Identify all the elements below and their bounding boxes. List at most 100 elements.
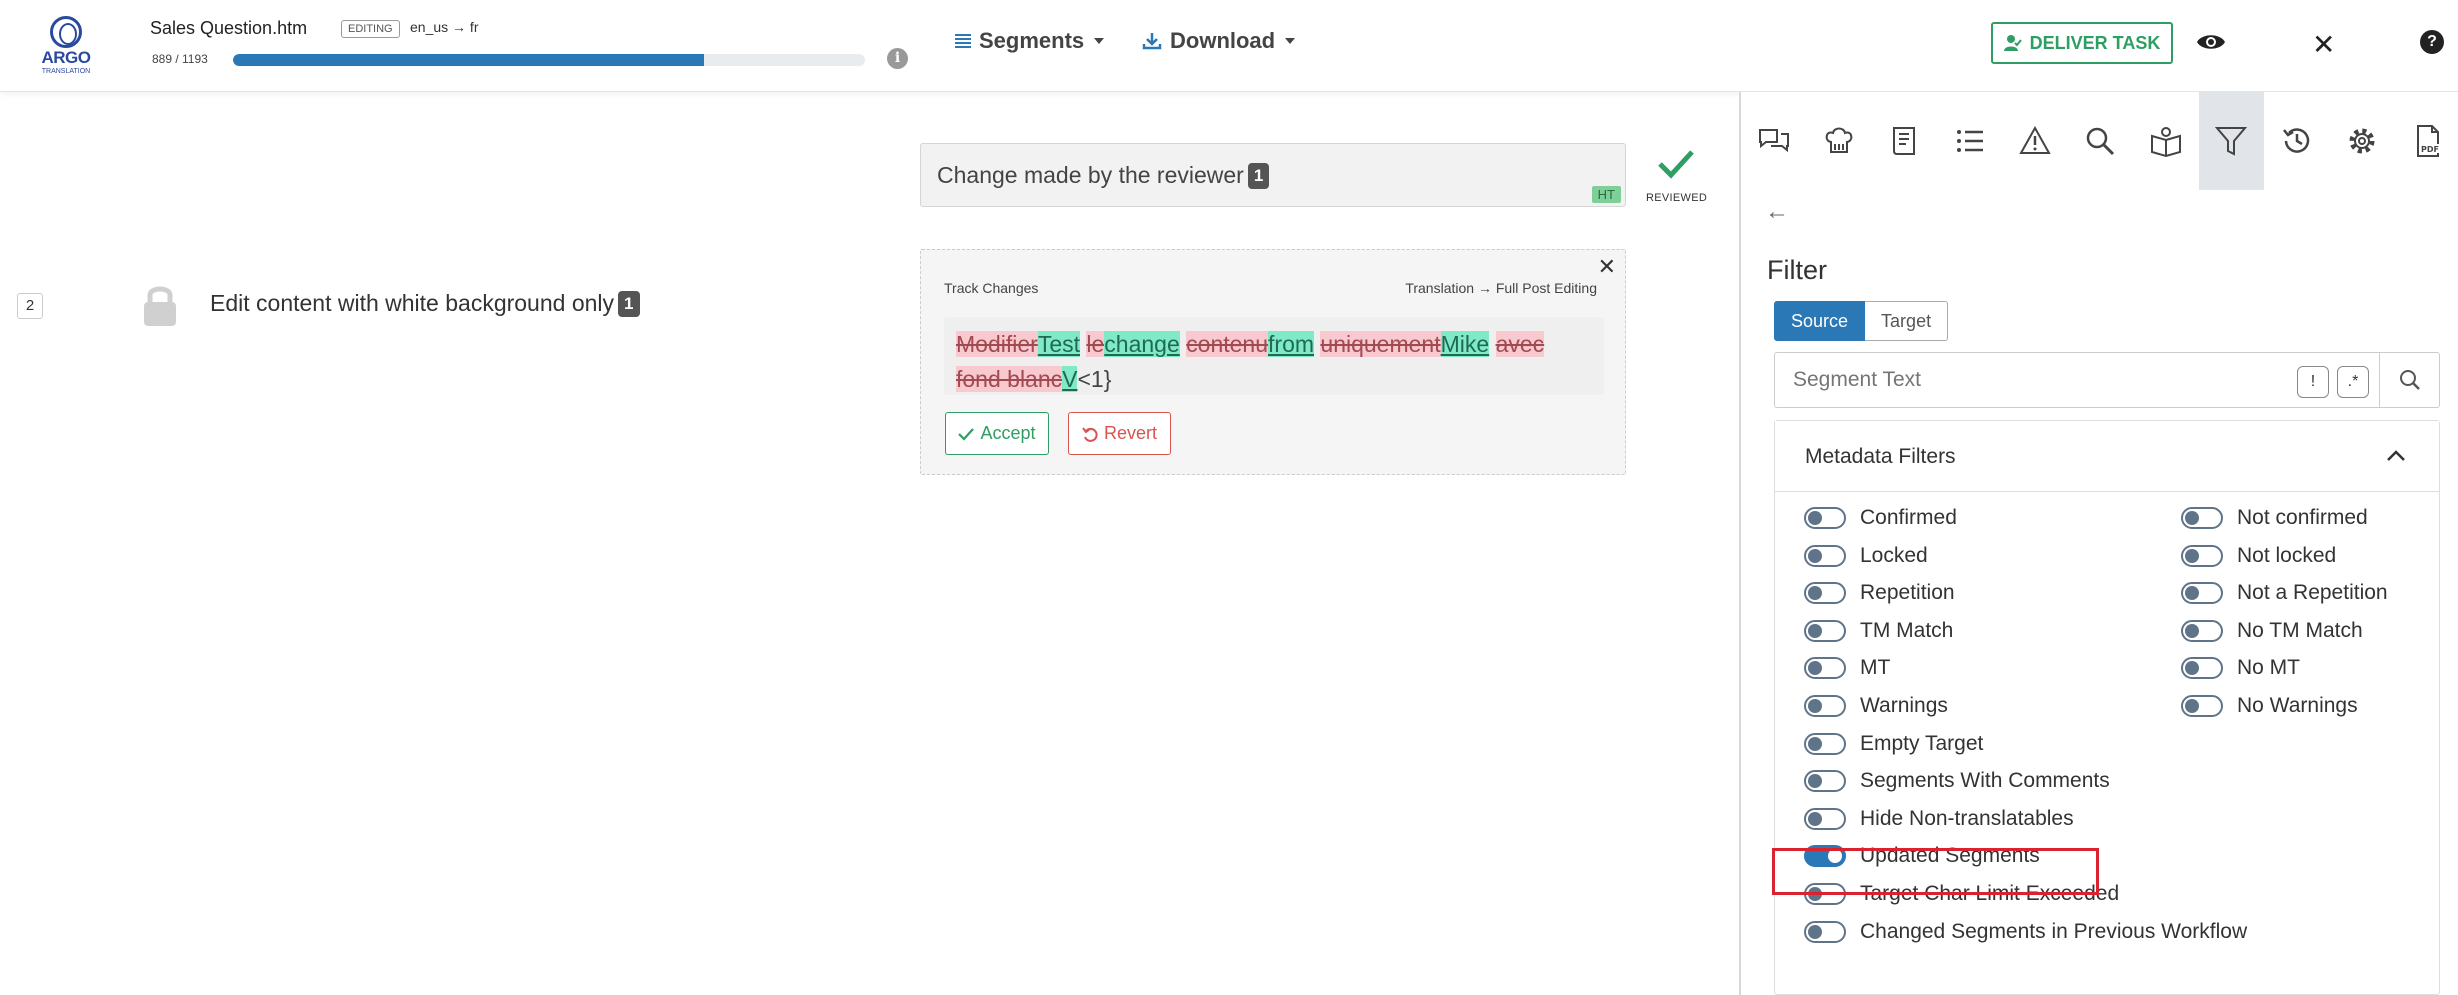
toggle-switch[interactable]: [2181, 507, 2223, 529]
check-icon[interactable]: [1657, 148, 1695, 180]
chef-hat-icon: [1825, 127, 1853, 153]
toggle-switch[interactable]: [1804, 544, 1846, 567]
target-tag[interactable]: 1: [1247, 162, 1270, 189]
toggle-switch[interactable]: [2181, 657, 2223, 680]
accept-label: Accept: [980, 423, 1036, 443]
toggle-switch[interactable]: [1804, 657, 1846, 680]
regex-toggle[interactable]: .*: [2337, 366, 2369, 398]
globe-icon: [50, 16, 82, 48]
target-toggle-button[interactable]: Target: [1865, 301, 1949, 341]
filter-label: MT: [1860, 656, 1891, 680]
toggle-switch[interactable]: [1804, 582, 1846, 605]
filter-not-a-repetition[interactable]: Not a Repetition: [2181, 579, 2388, 607]
caret-down-icon: [1094, 38, 1105, 44]
highlight-annotation: [1772, 848, 2099, 895]
settings-tool[interactable]: [2329, 92, 2394, 190]
qa-tool[interactable]: [1806, 92, 1871, 190]
filter-hide-non-translatables[interactable]: Hide Non-translatables: [1804, 805, 2074, 833]
toggle-switch[interactable]: [2181, 582, 2223, 605]
filter-locked[interactable]: Locked: [1804, 542, 1928, 570]
logo-subtext: TRANSLATION: [41, 68, 91, 75]
pdf-tool[interactable]: PDF: [2395, 92, 2458, 190]
exact-match-toggle[interactable]: !: [2297, 366, 2329, 398]
warnings-tool[interactable]: [2002, 92, 2067, 190]
chevron-up-icon: [2387, 450, 2405, 461]
svg-text:PDF: PDF: [2421, 145, 2439, 154]
filter-tool[interactable]: [2198, 92, 2264, 190]
filter-changed-segments-in-previous-workflow[interactable]: Changed Segments in Previous Workflow: [1804, 918, 2247, 946]
reference-tool[interactable]: [2133, 92, 2198, 190]
source-toggle-button[interactable]: Source: [1774, 301, 1866, 341]
filter-confirmed[interactable]: Confirmed: [1804, 504, 1957, 532]
filter-empty-target[interactable]: Empty Target: [1804, 730, 1983, 758]
deleted-text: uniquement: [1320, 331, 1441, 357]
metadata-filters-title: Metadata Filters: [1805, 445, 1956, 468]
filter-no-tm-match[interactable]: No TM Match: [2181, 617, 2363, 645]
filter-mt[interactable]: MT: [1804, 654, 1890, 682]
history-icon: [2282, 128, 2309, 153]
eye-icon[interactable]: [2196, 30, 2226, 54]
toggle-switch[interactable]: [1804, 507, 1846, 529]
toggle-switch[interactable]: [1804, 695, 1846, 717]
filter-tm-match[interactable]: TM Match: [1804, 617, 1953, 645]
target-segment-editor[interactable]: Change made by the reviewer 1 HT: [920, 143, 1626, 207]
mode-badge: EDITING: [341, 20, 400, 38]
filter-icon: [2215, 127, 2248, 156]
segment-text-input[interactable]: [1775, 353, 2355, 407]
filter-segments-with-comments[interactable]: Segments With Comments: [1804, 767, 2110, 795]
source-tag[interactable]: 1: [618, 290, 640, 317]
source-segment: Edit content with white background only …: [210, 290, 640, 317]
filter-not-locked[interactable]: Not locked: [2181, 542, 2336, 570]
filter-repetition[interactable]: Repetition: [1804, 579, 1955, 607]
reviewed-status: REVIEWED: [1646, 192, 1708, 204]
unchanged-text: [1489, 331, 1495, 357]
revert-button[interactable]: Revert: [1068, 412, 1171, 455]
toggle-switch[interactable]: [1804, 732, 1846, 755]
accept-button[interactable]: Accept: [945, 412, 1049, 455]
toggle-switch[interactable]: [2181, 695, 2223, 717]
close-icon[interactable]: ✕: [2312, 28, 2335, 61]
info-icon[interactable]: i: [887, 48, 908, 69]
toggle-switch[interactable]: [1804, 619, 1846, 642]
close-icon[interactable]: ✕: [1598, 254, 1616, 280]
inserted-text: Test: [1037, 331, 1080, 357]
source-target-toggle: Source Target: [1774, 301, 1949, 341]
filter-label: TM Match: [1860, 618, 1954, 642]
segments-menu-button[interactable]: Segments: [955, 28, 1105, 54]
revert-label: Revert: [1103, 423, 1157, 443]
search-button[interactable]: [2379, 353, 2439, 407]
comments-tool[interactable]: [1741, 92, 1806, 190]
filter-label: Confirmed: [1860, 506, 1957, 529]
filter-not-confirmed[interactable]: Not confirmed: [2181, 504, 2368, 532]
metadata-filters-header[interactable]: Metadata Filters: [1775, 421, 2439, 492]
filter-no-warnings[interactable]: No Warnings: [2181, 692, 2358, 720]
filter-label: Repetition: [1860, 581, 1955, 605]
language-pair: en_us → fr: [410, 19, 479, 35]
inserted-text: V: [1062, 366, 1078, 392]
deleted-text: Modifier: [956, 331, 1038, 357]
toggle-switch[interactable]: [2181, 544, 2223, 567]
search-tool[interactable]: [2068, 92, 2133, 190]
filter-warnings[interactable]: Warnings: [1804, 692, 1948, 720]
argo-logo[interactable]: ARGO TRANSLATION: [36, 16, 92, 75]
search-icon: [2087, 127, 2115, 156]
deleted-text: le: [1086, 331, 1105, 357]
toggle-switch[interactable]: [2181, 619, 2223, 642]
filter-no-mt[interactable]: No MT: [2181, 654, 2300, 682]
unchanged-text: <1}: [1077, 366, 1112, 392]
track-changes-workflow: Translation → Full Post Editing: [1405, 280, 1597, 296]
toggle-switch[interactable]: [1804, 807, 1846, 830]
toggle-switch[interactable]: [1804, 770, 1846, 793]
lock-icon: [144, 286, 176, 326]
glossary-tool[interactable]: [1872, 92, 1937, 190]
toggle-switch[interactable]: [1804, 920, 1846, 943]
deleted-text: contenu: [1186, 331, 1269, 357]
open-book-icon: [2150, 127, 2181, 158]
help-icon[interactable]: ?: [2420, 30, 2444, 54]
history-tool[interactable]: [2264, 92, 2329, 190]
deliver-task-button[interactable]: DELIVER TASK: [1991, 22, 2173, 64]
caret-down-icon: [1285, 38, 1296, 44]
list-tool[interactable]: [1937, 92, 2002, 190]
download-menu-button[interactable]: Download: [1142, 28, 1296, 54]
back-arrow-icon[interactable]: ←: [1765, 198, 1789, 226]
